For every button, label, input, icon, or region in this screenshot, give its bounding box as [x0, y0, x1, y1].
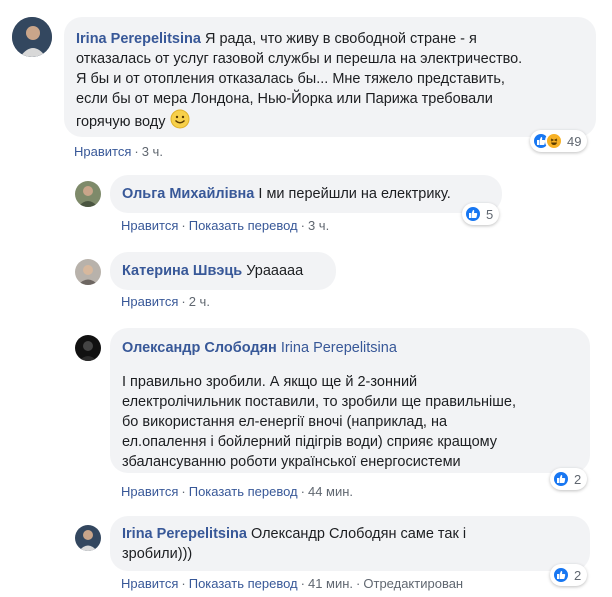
comment-text: ел.опалення і бойлерний підігрів води) с… — [122, 434, 498, 450]
show-translation-button[interactable]: Показать перевод — [189, 484, 298, 499]
comment-text: если бы от мера Лондона, Нью-Йорка или П… — [76, 91, 493, 107]
reaction-count: 5 — [486, 206, 494, 222]
avatar[interactable] — [75, 259, 101, 285]
show-translation-button[interactable]: Показать перевод — [189, 576, 298, 591]
edited-label[interactable]: Отредактирован — [363, 576, 463, 591]
like-button[interactable]: Нравится — [121, 218, 178, 233]
comment-text: Урааааа — [246, 263, 304, 279]
like-button[interactable]: Нравится — [74, 144, 131, 159]
avatar[interactable] — [75, 335, 101, 361]
comment-actions: Нравится · Показать перевод · 44 мин. — [121, 484, 354, 499]
comment-bubble: Ольга Михайлівна І ми перейшли на електр… — [110, 175, 502, 213]
avatar-photo-icon — [12, 17, 52, 57]
author-name[interactable]: Катерина Швэць — [122, 263, 242, 279]
comment-text: І правильно зробили. А якщо ще й 2-зонни… — [122, 374, 418, 390]
haha-icon — [545, 132, 563, 150]
like-icon — [464, 205, 482, 223]
comment-bubble: Олександр Слободян Irina Perepelitsina І… — [110, 328, 590, 473]
comment-bubble: Irina Perepelitsina Я рада, что живу в с… — [64, 17, 596, 137]
comment-timestamp[interactable]: 41 мин. — [308, 576, 353, 591]
comment-text: І ми перейшли на електрику. — [258, 186, 451, 202]
comment-text: Я бы и от отопления отказалась бы... Мне… — [76, 71, 505, 87]
comment-actions: Нравится · Показать перевод · 3 ч. — [121, 218, 330, 233]
comment-actions: Нравится · 2 ч. — [121, 294, 210, 309]
avatar[interactable] — [75, 181, 101, 207]
comment-text: збалансуванню роботи української енергос… — [122, 454, 461, 470]
comment-text: електролічильник поставили, то зробили щ… — [122, 394, 516, 410]
comment-text: бо використання ел-енергії вночі (наприк… — [122, 414, 448, 430]
avatar[interactable] — [12, 17, 52, 57]
author-name[interactable]: Олександр Слободян — [122, 340, 277, 356]
comment-bubble: Катерина Швэць Урааааа — [110, 252, 336, 290]
like-icon — [552, 470, 570, 488]
like-button[interactable]: Нравится — [121, 576, 178, 591]
like-button[interactable]: Нравится — [121, 294, 178, 309]
reaction-count: 2 — [574, 567, 582, 583]
comment-text: зробили))) — [122, 546, 193, 562]
like-button[interactable]: Нравится — [121, 484, 178, 499]
comment-text: отказалась от услуг газовой службы и пер… — [76, 51, 523, 67]
avatar[interactable] — [75, 525, 101, 551]
reactions-summary[interactable]: 2 — [550, 468, 588, 490]
reaction-count: 49 — [567, 133, 582, 149]
reactions-summary[interactable]: 5 — [462, 203, 500, 225]
comment-actions: Нравится · 3 ч. — [74, 144, 163, 159]
author-name[interactable]: Ольга Михайлівна — [122, 186, 254, 202]
avatar-photo-icon — [75, 181, 101, 207]
comment-bubble: Irina Perepelitsina Олександр Слободян с… — [110, 516, 590, 571]
like-icon — [552, 566, 570, 584]
avatar-photo-icon — [75, 259, 101, 285]
avatar-photo-icon — [75, 525, 101, 551]
smiley-emoji — [170, 109, 190, 135]
comment-text: Я рада, что живу в свободной стране - я — [204, 31, 477, 47]
comment-text: Олександр Слободян саме так і — [250, 526, 467, 542]
author-name[interactable]: Irina Perepelitsina — [76, 31, 201, 47]
author-name[interactable]: Irina Perepelitsina — [122, 526, 247, 542]
comment-timestamp[interactable]: 2 ч. — [189, 294, 210, 309]
reactions-summary[interactable]: 49 — [530, 130, 588, 152]
mention-link[interactable]: Irina Perepelitsina — [281, 340, 397, 356]
show-translation-button[interactable]: Показать перевод — [189, 218, 298, 233]
comment-timestamp[interactable]: 3 ч. — [308, 218, 329, 233]
comment-timestamp[interactable]: 44 мин. — [308, 484, 353, 499]
comment-actions: Нравится · Показать перевод · 41 мин. · Отреда… — [121, 576, 464, 591]
comment-timestamp[interactable]: 3 ч. — [142, 144, 163, 159]
avatar-photo-icon — [75, 335, 101, 361]
reactions-summary[interactable]: 2 — [550, 564, 588, 586]
reaction-count: 2 — [574, 471, 582, 487]
comment-text: горячую воду — [76, 113, 166, 130]
